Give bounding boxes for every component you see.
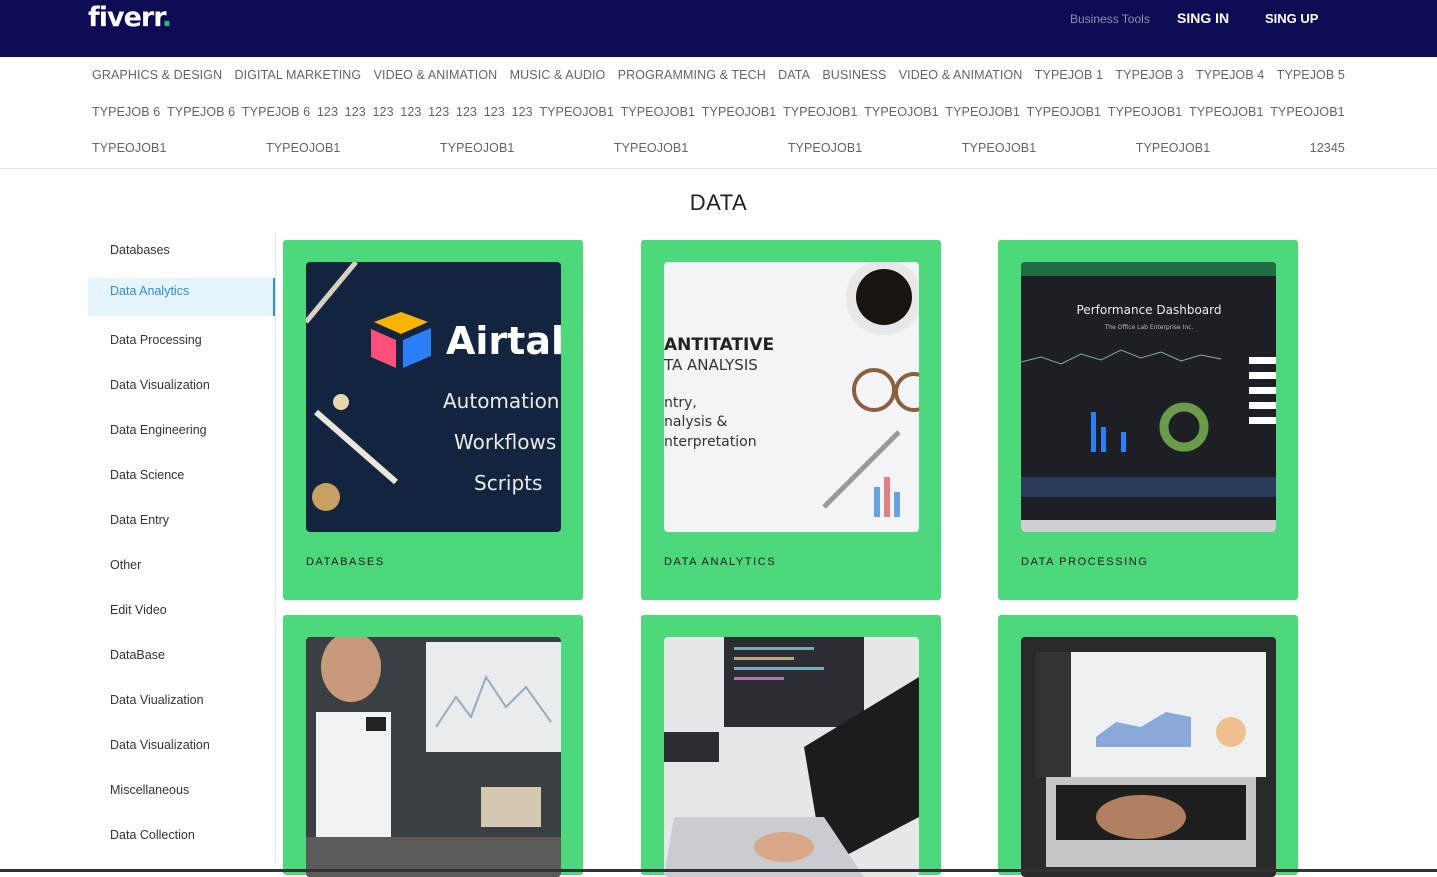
sidebar-item[interactable]: Data Visualization [88, 728, 275, 773]
category-link[interactable]: 123 [456, 105, 477, 119]
card-caption: DATABASES [306, 556, 385, 568]
logo-dot: . [161, 2, 172, 33]
card-caption: DATA PROCESSING [1021, 556, 1149, 568]
image-text-data-analysis: TA ANALYSIS [664, 356, 758, 374]
category-card-4[interactable] [283, 615, 583, 877]
category-link[interactable]: 123 [400, 105, 421, 119]
sidebar-item[interactable]: Data Viualization [88, 683, 275, 728]
category-row-1: GRAPHICS & DESIGN DIGITAL MARKETING VIDEO … [92, 68, 1345, 82]
category-card-data-analytics[interactable]: ANTITATIVE TA ANALYSIS ntry, nalysis & n… [641, 240, 941, 600]
image-text-quantitative: ANTITATIVE [664, 335, 774, 355]
image-text-automation: Automation [443, 389, 559, 413]
category-link[interactable]: DATA [778, 68, 810, 82]
category-link[interactable]: PROGRAMMING & TECH [618, 68, 766, 82]
sidebar-item[interactable]: Databases [88, 233, 275, 278]
category-link[interactable]: TYPEOJOB1 [266, 141, 341, 155]
subcategory-sidebar: Databases Data Analytics Data Processing Da… [88, 233, 276, 863]
category-link[interactable]: TYPEJOB 6 [92, 105, 160, 119]
performance-dashboard-image: Performance Dashboard The Office Lab Ent… [1021, 262, 1276, 532]
card-caption: DATA ANALYTICS [664, 556, 777, 568]
image-text-scripts: Scripts [474, 471, 542, 495]
fiverr-logo[interactable]: fiverr. [88, 2, 172, 33]
category-link[interactable]: BUSINESS [822, 68, 886, 82]
airtable-automation-image: Airtab Automation Workflows Scripts [306, 262, 561, 532]
sidebar-item[interactable]: Data Entry [88, 503, 275, 548]
category-link[interactable]: TYPEOJOB1 [1136, 141, 1211, 155]
top-header: fiverr. Business Tools SING IN SING UP [0, 0, 1437, 57]
category-link[interactable]: 123 [372, 105, 393, 119]
category-link[interactable]: VIDEO & ANIMATION [374, 68, 498, 82]
category-link[interactable]: TYPEJOB 3 [1115, 68, 1183, 82]
image-text-analysis: nalysis & [664, 414, 728, 430]
category-link[interactable]: TYPEOJOB1 [702, 105, 777, 119]
quantitative-data-analysis-image: ANTITATIVE TA ANALYSIS ntry, nalysis & n… [664, 262, 919, 532]
sidebar-item[interactable]: Data Processing [88, 323, 275, 368]
category-card-6[interactable] [998, 615, 1298, 877]
category-link[interactable]: TYPEOJOB1 [92, 141, 167, 155]
category-row-3: TYPEOJOB1 TYPEOJOB1 TYPEOJOB1 TYPEOJOB1 TYPE… [92, 141, 1345, 155]
category-link[interactable]: TYPEOJOB1 [1270, 105, 1345, 119]
image-text-interpretation: nterpretation [664, 434, 757, 450]
category-link[interactable]: 123 [428, 105, 449, 119]
category-link[interactable]: TYPEOJOB1 [783, 105, 858, 119]
category-link[interactable]: 12345 [1310, 141, 1345, 155]
category-link[interactable]: TYPEOJOB1 [539, 105, 614, 119]
sidebar-item[interactable]: Miscellaneous [88, 773, 275, 818]
laptop-coding-image [664, 637, 919, 877]
category-link[interactable]: 123 [512, 105, 533, 119]
image-text-airtable: Airtab [446, 319, 561, 363]
category-link[interactable]: TYPEJOB 6 [167, 105, 235, 119]
sidebar-item[interactable]: Data Analytics [88, 278, 275, 316]
category-link[interactable]: TYPEOJOB1 [1108, 105, 1183, 119]
category-link[interactable]: TYPEOJOB1 [614, 141, 689, 155]
analyst-at-monitors-image [306, 637, 561, 877]
page-title: DATA [689, 190, 748, 215]
category-link[interactable]: TYPEOJOB1 [945, 105, 1020, 119]
sidebar-item[interactable]: Data Engineering [88, 413, 275, 458]
image-text-entry: ntry, [664, 395, 697, 411]
category-card-5[interactable] [641, 615, 941, 877]
category-card-data-processing[interactable]: Performance Dashboard The Office Lab Ent… [998, 240, 1298, 600]
category-link[interactable]: TYPEJOB 1 [1035, 68, 1103, 82]
image-text-dashboard-title: Performance Dashboard [1077, 303, 1222, 317]
category-link[interactable]: GRAPHICS & DESIGN [92, 68, 222, 82]
sidebar-item[interactable]: Edit Video [88, 593, 275, 638]
category-link[interactable]: TYPEOJOB1 [962, 141, 1037, 155]
category-card-databases[interactable]: Airtab Automation Workflows Scripts DATA… [283, 240, 583, 600]
category-row-2: TYPEJOB 6 TYPEJOB 6 TYPEJOB 6 123 123 123 123 1… [92, 105, 1345, 119]
sidebar-item[interactable]: Data Collection [88, 818, 275, 863]
sidebar-item[interactable]: Data Visualization [88, 368, 275, 413]
category-link[interactable]: TYPEOJOB1 [1189, 105, 1264, 119]
sidebar-item[interactable]: DataBase [88, 638, 275, 683]
sidebar-item[interactable]: Data Science [88, 458, 275, 503]
category-nav: GRAPHICS & DESIGN DIGITAL MARKETING VIDEO … [0, 57, 1437, 169]
laptop-analytics-image [1021, 637, 1276, 877]
image-text-dashboard-subtitle: The Office Lab Enterprise Inc. [1104, 324, 1194, 331]
sign-up-button[interactable]: SING UP [1265, 11, 1318, 26]
category-link[interactable]: TYPEOJOB1 [621, 105, 696, 119]
sidebar-item[interactable]: Other [88, 548, 275, 593]
business-tools-link[interactable]: Business Tools [1070, 12, 1150, 26]
category-link[interactable]: 123 [345, 105, 366, 119]
category-link[interactable]: 123 [484, 105, 505, 119]
category-link[interactable]: TYPEOJOB1 [440, 141, 515, 155]
category-link[interactable]: DIGITAL MARKETING [235, 68, 362, 82]
category-link[interactable]: TYPEJOB 4 [1196, 68, 1264, 82]
logo-text: fiverr [88, 2, 163, 33]
category-link[interactable]: TYPEOJOB1 [788, 141, 863, 155]
category-link[interactable]: 123 [317, 105, 338, 119]
category-link[interactable]: MUSIC & AUDIO [510, 68, 606, 82]
category-link[interactable]: TYPEJOB 5 [1277, 68, 1345, 82]
category-link[interactable]: VIDEO & ANIMATION [899, 68, 1023, 82]
image-text-workflows: Workflows [454, 430, 556, 454]
category-link[interactable]: TYPEOJOB1 [1027, 105, 1102, 119]
category-link[interactable]: TYPEOJOB1 [864, 105, 939, 119]
category-link[interactable]: TYPEJOB 6 [242, 105, 310, 119]
sign-in-button[interactable]: SING IN [1177, 10, 1229, 26]
